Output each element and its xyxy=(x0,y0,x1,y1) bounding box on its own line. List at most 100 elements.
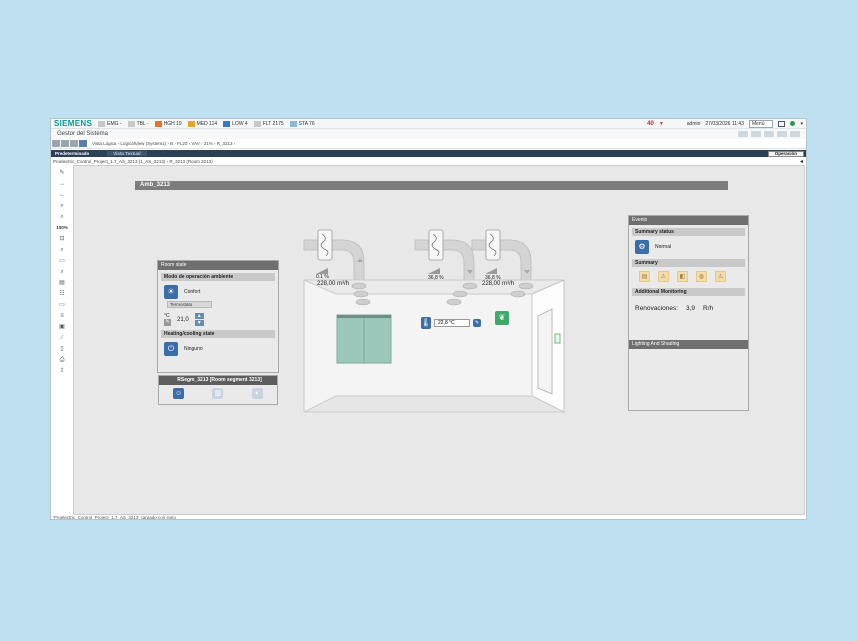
app-title: Gestor del Sistema xyxy=(57,131,109,137)
summary-tile-icon[interactable]: ◧ xyxy=(677,271,688,282)
vav2-percent: 36,8 % xyxy=(428,275,444,281)
alarm-hgh-icon xyxy=(154,120,162,127)
pen-icon[interactable]: ✎ xyxy=(53,169,71,177)
setpoint-edit-icon[interactable]: ✎ xyxy=(164,319,171,326)
decrement-icon[interactable]: ▼ xyxy=(194,320,204,326)
renovaciones-unit: R/h xyxy=(703,305,714,312)
alarm-low-icon xyxy=(223,120,231,127)
forward-icon[interactable] xyxy=(61,140,69,147)
blind-icon[interactable]: ▥ xyxy=(212,388,224,399)
alarm-tbl[interactable]: TBL - xyxy=(127,120,149,127)
summary-tile-icon[interactable]: ⚠ xyxy=(715,271,726,282)
alarm-sta[interactable]: STA 76 xyxy=(289,120,315,127)
arrow-right-icon[interactable]: → xyxy=(53,180,71,188)
layout-buttons xyxy=(738,131,800,137)
leaf-icon[interactable]: ❦ xyxy=(495,311,509,325)
layout-button-3[interactable] xyxy=(764,131,774,137)
filter-icon[interactable]: ▼ xyxy=(659,121,664,127)
summary-status-label: Summary status xyxy=(632,228,745,236)
ruler-icon[interactable]: ∕ xyxy=(53,334,71,342)
alarm-emg[interactable]: EMG - xyxy=(98,120,122,127)
gears-icon[interactable]: ⚙ xyxy=(635,240,649,254)
room-state-panel: Room state Modo de operación ambiente ☀ … xyxy=(157,260,279,373)
summary-tile-icon[interactable]: ◍ xyxy=(696,271,707,282)
temperature-readout: 🌡 22,8 °C ✎ xyxy=(421,317,481,329)
status-dot-icon xyxy=(790,121,796,126)
summary-tile-icon[interactable]: ▤ xyxy=(639,271,650,282)
status-bar: 'Proelectric_Control_Project_1.7_AS_3213… xyxy=(53,515,177,520)
grid-icon[interactable] xyxy=(79,140,87,147)
alarm-med-icon xyxy=(187,120,195,127)
graphics-canvas: Amb_3213 0.1 % 228,00 m³/h 36,8 % 36,8 %… xyxy=(73,165,805,515)
user-name: admin xyxy=(686,120,701,127)
zoom-level[interactable]: 100% xyxy=(53,224,71,232)
window-icon[interactable] xyxy=(778,120,786,127)
alarm-flag-count[interactable]: 40 xyxy=(647,121,654,127)
magnifier-icon[interactable]: ⌕ xyxy=(53,268,71,276)
breadcrumb[interactable]: Vista Lógica › LogicalView (System1) › B… xyxy=(92,141,235,146)
search-icon[interactable]: ⌕ xyxy=(53,246,71,254)
alarm-hgh[interactable]: HGH 19 xyxy=(154,120,182,127)
home-icon[interactable] xyxy=(70,140,78,147)
increment-icon[interactable]: ▲ xyxy=(194,313,204,319)
light-icon[interactable]: ◐ xyxy=(251,388,263,399)
navigation-bar: Vista Lógica › LogicalView (System1) › B… xyxy=(51,139,806,149)
additional-monitoring-label: Additional Monitoring xyxy=(632,288,745,296)
setpoint-stepper[interactable]: ▲ ▼ xyxy=(194,313,204,326)
setpoint-value[interactable]: 21,0 xyxy=(177,317,189,323)
tab-predeterminado[interactable]: Predeterminado xyxy=(51,151,93,156)
renovaciones-value: 3,9 xyxy=(686,305,696,312)
edit-icon[interactable]: ✎ xyxy=(473,319,481,327)
events-panel: Events Summary status ⚙ Normal Summary ▤… xyxy=(628,215,749,411)
document-icon[interactable]: ▯ xyxy=(53,345,71,353)
mode-value: Confort xyxy=(184,289,201,295)
zoom-fit-icon[interactable]: ⊡ xyxy=(53,235,71,243)
layout-button-5[interactable] xyxy=(790,131,800,137)
layers-icon[interactable]: ▤ xyxy=(53,279,71,287)
vav1-percent: 0.1 % xyxy=(316,274,329,280)
room-segment-panel: RSegm_3213 [Room segment 3213] ☺ ▥ ◐ xyxy=(158,375,278,405)
back-icon[interactable] xyxy=(52,140,60,147)
menu-dropdown[interactable]: Menú xyxy=(748,119,774,128)
export-icon[interactable]: ⇪ xyxy=(53,367,71,375)
vav3-flow: 228,00 m³/h xyxy=(482,281,515,287)
alarm-flt[interactable]: FLT 2175 xyxy=(253,120,284,127)
layout-button-1[interactable] xyxy=(738,131,748,137)
person-icon[interactable]: ☺ xyxy=(173,388,185,399)
alarm-tbl-icon xyxy=(127,120,135,127)
sun-icon[interactable]: ☀ xyxy=(164,285,178,299)
alarm-med[interactable]: MED 114 xyxy=(187,120,217,127)
power-icon[interactable]: ⏻ xyxy=(164,342,178,356)
system-manager-window: SIEMENS EMG - TBL - HGH 19 MED 114 LOW 4… xyxy=(50,118,807,520)
layout-button-4[interactable] xyxy=(777,131,787,137)
tab-operacion[interactable]: Operación xyxy=(767,150,804,157)
frame-icon[interactable]: ▭ xyxy=(53,257,71,265)
left-toolbar: ✎ → ← ⌕ ⌕ 100% ⊡ ⌕ ▭ ⌕ ▤ ☷ ▭ ≡ ▣ ∕ ▯ ⎙ ⇪ xyxy=(51,169,73,515)
zoom-in-icon[interactable]: ⌕ xyxy=(53,202,71,210)
collapse-arrow-icon[interactable]: ◂ xyxy=(800,158,803,165)
tab-vista-textual[interactable]: Vista Textual xyxy=(107,151,147,156)
layout-button-2[interactable] xyxy=(751,131,761,137)
chevron-down-icon[interactable]: ▾ xyxy=(800,121,803,127)
room-door xyxy=(537,308,553,395)
path-bar: Proelectric_Control_Project_1.7_AS_3213 … xyxy=(51,157,806,165)
siemens-logo: SIEMENS xyxy=(54,119,93,128)
alarm-low[interactable]: LOW 4 xyxy=(223,120,248,127)
zoom-out-icon[interactable]: ⌕ xyxy=(53,213,71,221)
alarm-emg-icon xyxy=(98,120,106,127)
top-bar: SIEMENS EMG - TBL - HGH 19 MED 114 LOW 4… xyxy=(51,119,806,129)
room-state-title: Room state xyxy=(158,261,278,270)
room-temperature: 22,8 °C xyxy=(434,319,470,327)
print-icon[interactable]: ⎙ xyxy=(53,356,71,364)
renovaciones-label: Renovaciones: xyxy=(635,305,678,312)
alarm-sta-icon xyxy=(289,120,297,127)
image-icon[interactable]: ▣ xyxy=(53,323,71,331)
arrow-left-icon[interactable]: ← xyxy=(53,191,71,199)
summary-tile-icon[interactable]: ⚠ xyxy=(658,271,669,282)
table-icon[interactable]: ☷ xyxy=(53,290,71,298)
thermometer-icon[interactable]: 🌡 xyxy=(421,317,431,329)
list-icon[interactable]: ▭ xyxy=(53,301,71,309)
summary-label: Summary xyxy=(632,259,745,267)
menu-icon[interactable]: ≡ xyxy=(53,312,71,320)
heating-label: Heating/cooling state xyxy=(161,330,275,338)
